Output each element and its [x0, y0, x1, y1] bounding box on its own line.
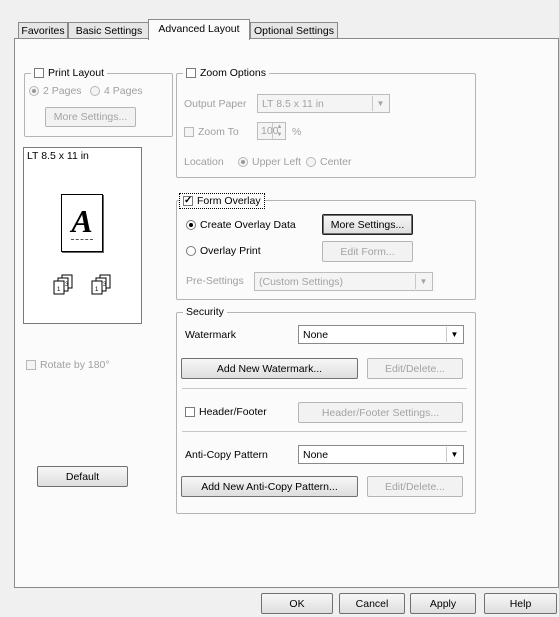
radio-button[interactable]	[306, 157, 316, 167]
radio-2-pages-label: 2 Pages	[43, 85, 82, 97]
preview-paper-size: LT 8.5 x 11 in	[27, 150, 89, 162]
default-button[interactable]: Default	[37, 466, 128, 487]
radio-button[interactable]	[186, 220, 196, 230]
chevron-down-icon: ▼	[446, 447, 462, 462]
layout-more-settings-button[interactable]: More Settings...	[45, 107, 136, 127]
separator	[182, 431, 467, 432]
stacked-pages-icon: 3 1	[91, 274, 111, 295]
spin-down-icon[interactable]: ▼	[273, 131, 286, 139]
security-label-text: Security	[186, 306, 224, 318]
edit-form-button[interactable]: Edit Form...	[322, 241, 413, 262]
print-layout-group: Print Layout	[24, 66, 173, 137]
rotate-180-checkbox[interactable]: Rotate by 180°	[26, 358, 110, 372]
create-overlay-label: Create Overlay Data	[200, 219, 296, 231]
upper-left-label: Upper Left	[252, 156, 302, 168]
output-paper-select[interactable]: LT 8.5 x 11 in ▼	[257, 94, 390, 113]
location-label: Location	[184, 156, 224, 168]
chevron-down-icon: ▼	[372, 96, 388, 111]
radio-button[interactable]	[238, 157, 248, 167]
header-footer-settings-button[interactable]: Header/Footer Settings...	[298, 402, 463, 423]
overlay-print-label: Overlay Print	[200, 245, 261, 257]
checkbox-box[interactable]	[26, 360, 36, 370]
checkbox-box[interactable]	[183, 194, 193, 208]
zoom-spinner[interactable]: ▲ ▼	[272, 123, 286, 139]
rotate-label: Rotate by 180°	[40, 359, 110, 371]
radio-4-pages-label: 4 Pages	[104, 85, 143, 97]
preview-baseline	[71, 239, 93, 240]
percent-label: %	[292, 126, 302, 138]
presettings-value: (Custom Settings)	[259, 275, 344, 288]
radio-button[interactable]	[90, 86, 100, 96]
chevron-down-icon: ▼	[415, 274, 431, 289]
radio-center[interactable]: Center	[306, 155, 352, 169]
zoom-to-checkbox[interactable]: Zoom To	[184, 125, 239, 139]
checkbox-box[interactable]	[185, 407, 195, 417]
separator	[182, 388, 467, 389]
layout-preview: LT 8.5 x 11 in A 3 1 3 1	[23, 147, 142, 324]
anticopy-edit-delete-button[interactable]: Edit/Delete...	[367, 476, 463, 497]
presettings-label: Pre-Settings	[186, 275, 244, 287]
form-overlay-label: Form Overlay	[197, 195, 261, 207]
zoom-to-label: Zoom To	[198, 126, 239, 138]
zoom-options-label: Zoom Options	[200, 67, 266, 79]
radio-upper-left[interactable]: Upper Left	[238, 155, 301, 169]
apply-button[interactable]: Apply	[410, 593, 476, 614]
watermark-edit-delete-button[interactable]: Edit/Delete...	[367, 358, 463, 379]
tab-favorites[interactable]: Favorites	[18, 22, 68, 39]
anticopy-value: None	[303, 448, 329, 461]
checkbox-box[interactable]	[34, 68, 44, 78]
stacked-pages-icon: 3 1	[53, 274, 73, 295]
presettings-select[interactable]: (Custom Settings) ▼	[254, 272, 433, 291]
anticopy-select[interactable]: None ▼	[298, 445, 464, 464]
header-footer-label: Header/Footer	[199, 406, 267, 418]
radio-2-pages[interactable]: 2 Pages	[29, 84, 82, 98]
add-anticopy-button[interactable]: Add New Anti-Copy Pattern...	[181, 476, 358, 497]
tab-basic-settings[interactable]: Basic Settings	[68, 22, 150, 39]
output-paper-label: Output Paper	[184, 98, 247, 110]
checkbox-box[interactable]	[184, 127, 194, 137]
watermark-label: Watermark	[185, 329, 236, 341]
print-layout-label: Print Layout	[48, 67, 105, 79]
overlay-more-settings-button[interactable]: More Settings...	[322, 214, 413, 235]
radio-4-pages[interactable]: 4 Pages	[90, 84, 143, 98]
center-label: Center	[320, 156, 352, 168]
output-paper-value: LT 8.5 x 11 in	[262, 97, 324, 110]
help-button[interactable]: Help	[484, 593, 557, 614]
radio-overlay-print[interactable]: Overlay Print	[186, 244, 261, 258]
radio-create-overlay-data[interactable]: Create Overlay Data	[186, 218, 296, 232]
add-watermark-button[interactable]: Add New Watermark...	[181, 358, 358, 379]
cancel-button[interactable]: Cancel	[339, 593, 405, 614]
preview-page: A	[61, 194, 103, 252]
watermark-value: None	[303, 328, 329, 341]
form-overlay-checkbox[interactable]: Form Overlay	[179, 193, 265, 209]
tab-advanced-layout[interactable]: Advanced Layout	[148, 19, 250, 40]
ok-button[interactable]: OK	[261, 593, 333, 614]
header-footer-checkbox[interactable]: Header/Footer	[185, 405, 267, 419]
security-label: Security	[183, 305, 227, 319]
tab-optional-settings[interactable]: Optional Settings	[250, 22, 338, 39]
print-layout-checkbox[interactable]: Print Layout	[31, 66, 108, 80]
anticopy-label: Anti-Copy Pattern	[185, 449, 268, 461]
radio-button[interactable]	[29, 86, 39, 96]
watermark-select[interactable]: None ▼	[298, 325, 464, 344]
zoom-options-checkbox[interactable]: Zoom Options	[183, 66, 269, 80]
spin-up-icon[interactable]: ▲	[273, 123, 286, 131]
chevron-down-icon: ▼	[446, 327, 462, 342]
radio-button[interactable]	[186, 246, 196, 256]
checkbox-box[interactable]	[186, 68, 196, 78]
preview-letter: A	[71, 203, 93, 239]
